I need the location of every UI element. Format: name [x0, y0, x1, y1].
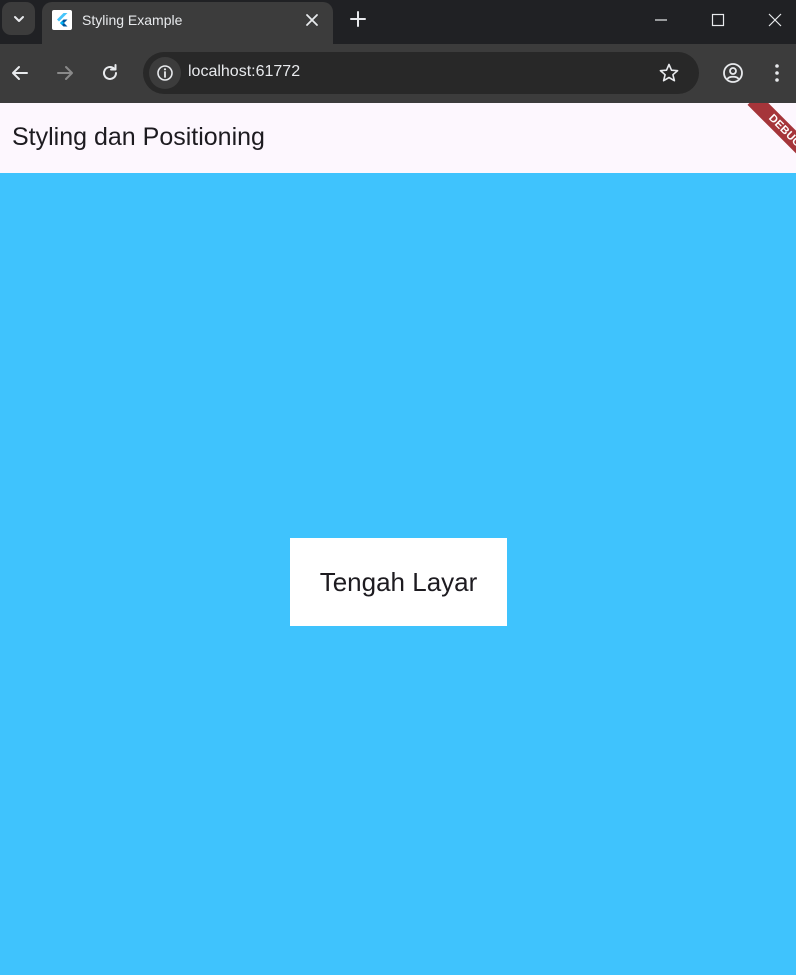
minimize-icon[interactable] [653, 12, 669, 28]
app-bar: Styling dan Positioning DEBUG [0, 103, 796, 173]
star-icon[interactable] [658, 62, 680, 84]
window-close-icon[interactable] [767, 12, 783, 28]
page-title: Styling dan Positioning [12, 123, 265, 151]
more-vertical-icon[interactable] [766, 62, 788, 84]
center-container: Tengah Layar [290, 538, 507, 626]
main-body: Tengah Layar [0, 173, 796, 975]
url-text[interactable]: localhost:61772 [188, 63, 300, 81]
reload-icon[interactable] [99, 62, 121, 84]
plus-icon[interactable] [349, 10, 367, 28]
profile-icon[interactable] [722, 62, 744, 84]
arrow-left-icon[interactable] [9, 62, 31, 84]
tab-title: Styling Example [82, 12, 183, 28]
browser-tab-strip: Styling Example [0, 0, 796, 44]
close-icon[interactable] [304, 12, 320, 28]
flutter-icon [52, 10, 72, 30]
tab-search-button[interactable] [2, 2, 35, 35]
center-text: Tengah Layar [319, 566, 478, 597]
browser-toolbar: localhost:61772 [0, 44, 796, 103]
site-info-button[interactable] [149, 57, 181, 89]
debug-banner: DEBUG [747, 103, 796, 169]
active-tab[interactable]: Styling Example [42, 2, 333, 44]
info-icon [157, 65, 173, 81]
arrow-right-icon[interactable] [54, 62, 76, 84]
chevron-down-icon [13, 15, 24, 22]
maximize-icon[interactable] [710, 12, 726, 28]
address-bar[interactable]: localhost:61772 [143, 52, 699, 94]
